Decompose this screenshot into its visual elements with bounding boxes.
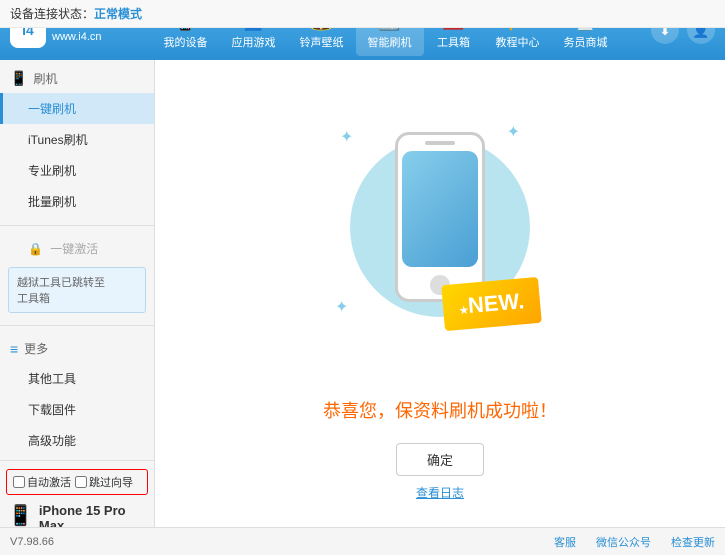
notice-box: 越狱工具已跳转至 工具箱 (8, 267, 146, 313)
phone-screen (402, 151, 478, 267)
auto-activate-checkbox[interactable] (13, 476, 25, 488)
sidebar-item-pro-flash[interactable]: 专业刷机 (0, 155, 154, 186)
sidebar-divider-2 (0, 325, 154, 326)
footer-link-check-update[interactable]: 检查更新 (671, 534, 715, 550)
sidebar-activate-section: 🔒 一键激活 越狱工具已跳转至 工具箱 (0, 230, 154, 321)
sidebar-item-one-key-flash[interactable]: 一键刷机 (0, 93, 154, 124)
sidebar: 设备连接状态： 正常模式 📱 刷机 一键刷机 iTunes刷机 专业刷机 批量刷… (0, 60, 155, 527)
phone-device (395, 132, 485, 302)
sparkle-2: ✦ (507, 122, 520, 142)
device-info: 📱 iPhone 15 Pro Max 512GB iPhone (0, 497, 154, 527)
view-log-button[interactable]: 查看日志 (416, 484, 464, 501)
more-section-title: ≡ 更多 (0, 334, 154, 363)
device-phone-icon: 📱 (8, 503, 33, 527)
more-section-label: 更多 (24, 340, 48, 357)
flash-section-label: 刷机 (33, 70, 57, 87)
content-center: ✦ ✦ ✦ NEW. 恭喜您，保资料刷机成功啦！ 确定 查看日志 (323, 60, 557, 527)
version-label: V7.98.66 (10, 536, 54, 548)
activate-section-label: 一键激活 (50, 242, 98, 256)
sidebar-item-advanced[interactable]: 高级功能 (0, 425, 154, 456)
lock-icon: 🔒 (28, 242, 43, 256)
activate-section-title: 🔒 一键激活 (0, 234, 154, 263)
sparkle-1: ✦ (340, 127, 353, 147)
device-name: iPhone 15 Pro Max (39, 503, 146, 527)
sidebar-more-section: ≡ 更多 其他工具 下载固件 高级功能 (0, 330, 154, 460)
sidebar-item-other-tools[interactable]: 其他工具 (0, 363, 154, 394)
skip-guide-checkbox[interactable] (75, 476, 87, 488)
nav-tutorial-label: 教程中心 (496, 34, 540, 50)
success-text-content: 恭喜您，保资料刷机成功啦！ (323, 401, 557, 421)
sidebar-item-batch-flash[interactable]: 批量刷机 (0, 186, 154, 217)
skip-guide-label: 跳过向导 (89, 474, 133, 490)
sparkle-3: ✦ (335, 297, 348, 317)
footer-link-desktop[interactable]: 客服 (554, 534, 576, 550)
new-badge: NEW. (441, 276, 542, 330)
auto-activate-label: 自动激活 (27, 474, 71, 490)
nav-service-label: 务员商城 (564, 34, 608, 50)
auto-options-box: 自动激活 跳过向导 (6, 469, 148, 495)
more-section-icon: ≡ (10, 341, 18, 357)
footer-link-wechat[interactable]: 微信公众号 (596, 534, 651, 550)
sidebar-item-itunes-flash[interactable]: iTunes刷机 (0, 124, 154, 155)
skip-guide-option: 跳过向导 (75, 474, 133, 490)
nav-apps-label: 应用游戏 (232, 34, 276, 50)
flash-section-title: 📱 刷机 (0, 64, 154, 93)
nav-flash-label: 智能刷机 (368, 34, 412, 50)
device-text: iPhone 15 Pro Max 512GB iPhone (39, 503, 146, 527)
confirm-button[interactable]: 确定 (396, 443, 484, 476)
nav-toolbox-label: 工具箱 (437, 34, 470, 50)
auto-activate-option: 自动激活 (13, 474, 71, 490)
content-area: ✦ ✦ ✦ NEW. 恭喜您，保资料刷机成功啦！ 确定 查看日志 (155, 60, 725, 527)
device-area: 自动激活 跳过向导 📱 iPhone 15 Pro Max 512GB iPho… (0, 460, 154, 527)
sidebar-divider-1 (0, 225, 154, 226)
nav-my-device-label: 我的设备 (164, 34, 208, 50)
flash-section-icon: 📱 (10, 70, 27, 87)
phone-illustration: ✦ ✦ ✦ NEW. (330, 117, 550, 377)
sidebar-flash-section: 📱 刷机 一键刷机 iTunes刷机 专业刷机 批量刷机 (0, 60, 154, 221)
notice-text: 越狱工具已跳转至 工具箱 (17, 277, 105, 305)
nav-ringtones-label: 铃声壁纸 (300, 34, 344, 50)
app-subtitle: www.i4.cn (52, 30, 102, 44)
main-area: 设备连接状态： 正常模式 📱 刷机 一键刷机 iTunes刷机 专业刷机 批量刷… (0, 60, 725, 527)
footer: V7.98.66 客服 微信公众号 检查更新 (0, 527, 725, 555)
sidebar-item-download-fw[interactable]: 下载固件 (0, 394, 154, 425)
success-message: 恭喜您，保资料刷机成功啦！ (323, 397, 557, 423)
